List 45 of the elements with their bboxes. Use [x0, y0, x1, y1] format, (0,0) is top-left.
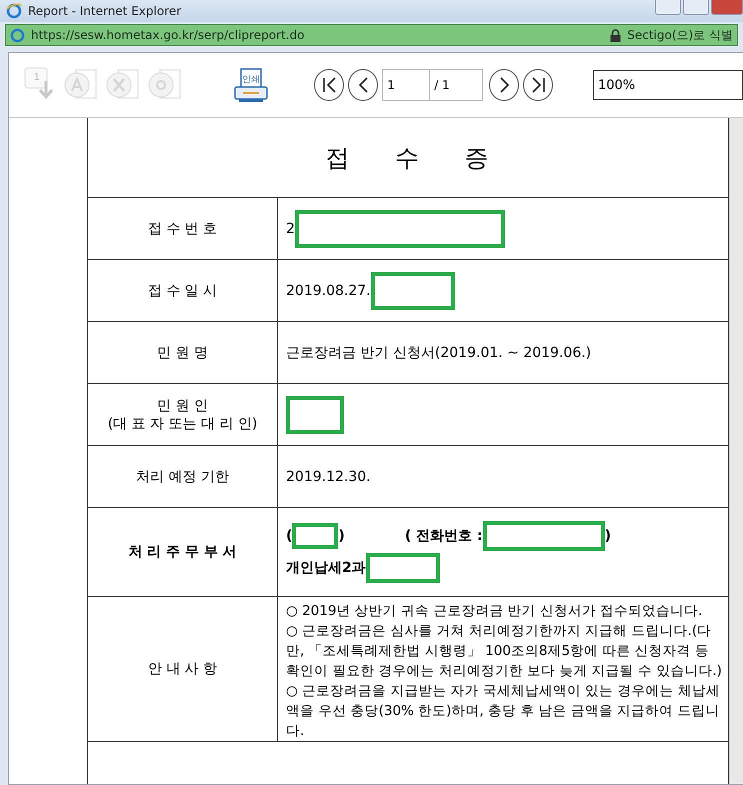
minimize-button[interactable] — [655, 0, 681, 15]
row-label: 민 원 인 — [157, 396, 208, 414]
field-value: 2 — [286, 220, 295, 236]
redaction-box — [286, 396, 344, 434]
url-text: https://sesw.hometax.go.kr/serp/clipreport.do — [31, 28, 306, 42]
notice-paragraph: ○ 근로장려금은 심사를 거쳐 처리예정기한까지 지급해 드립니다.(다만, 「조세특례제한법 시행령」 100조의8제5항에 따른 신청자격 등 확인이 필요한 경우에는 처리예정기한 보다 늦게 지급될 수 있습니다.) — [286, 622, 722, 681]
previous-page-icon — [358, 77, 368, 93]
scrollbar[interactable] — [729, 118, 743, 784]
row-label: 처리 예정 기한 — [136, 468, 229, 486]
page-field[interactable]: 1 / 1 — [382, 69, 484, 101]
field-value: 근로장려금 반기 신청서(2019.01. ~ 2019.06.) — [286, 344, 592, 362]
next-page-button[interactable] — [489, 69, 520, 101]
certificate-text: Sectigo(으)로 식별 — [627, 26, 733, 44]
address-bar[interactable]: https://sesw.hometax.go.kr/serp/clipreport.do Sectigo(으)로 식별 — [5, 24, 738, 46]
maximize-button[interactable] — [683, 0, 709, 15]
field-value: ) — [604, 528, 611, 544]
browser-icon — [6, 3, 22, 19]
previous-page-button[interactable] — [348, 69, 378, 101]
last-page-icon — [532, 77, 545, 93]
close-button[interactable] — [711, 0, 743, 15]
field-value: ( 전화번호 : — [404, 527, 483, 545]
row-label: 접 수 번 호 — [148, 220, 218, 238]
row-label: 처 리 주 무 부 서 — [128, 543, 237, 561]
redaction-box — [292, 523, 338, 549]
notice-paragraph: ○ 근로장려금을 지급받는 자가 국세체납세액이 있는 경우에는 체납세액을 우선 충당(30% 한도)하며, 충당 후 남은 금액을 지급하여 드립니다. — [286, 682, 721, 741]
browser-icon — [10, 28, 25, 42]
row-label: 민 원 명 — [157, 344, 208, 362]
lock-icon — [610, 28, 622, 42]
document-title: 접 수 증 — [325, 142, 491, 174]
last-page-button[interactable] — [523, 69, 553, 101]
page-total: / 1 — [433, 77, 451, 94]
row-label: 안 내 사 항 — [148, 660, 218, 678]
field-value: ( — [286, 528, 292, 544]
field-value: 2019.08.27. — [286, 282, 371, 298]
zoom-field[interactable]: 100% — [592, 70, 743, 100]
next-page-icon — [500, 77, 509, 93]
row-label: 접 수 일 시 — [148, 282, 218, 300]
field-value: ) — [338, 528, 345, 544]
notice-paragraph: ○ 2019년 상반기 귀속 근로장려금 반기 신청서가 접수되었습니다. — [286, 602, 704, 621]
field-value: 2019.12.30. — [286, 468, 371, 484]
first-page-button[interactable] — [314, 69, 344, 101]
field-value: 개인납세2과 — [286, 559, 366, 577]
first-page-icon — [322, 77, 336, 93]
row-label: (대 표 자 또는 대 리 인) — [108, 414, 258, 432]
window-title: Report - Internet Explorer — [28, 4, 182, 18]
